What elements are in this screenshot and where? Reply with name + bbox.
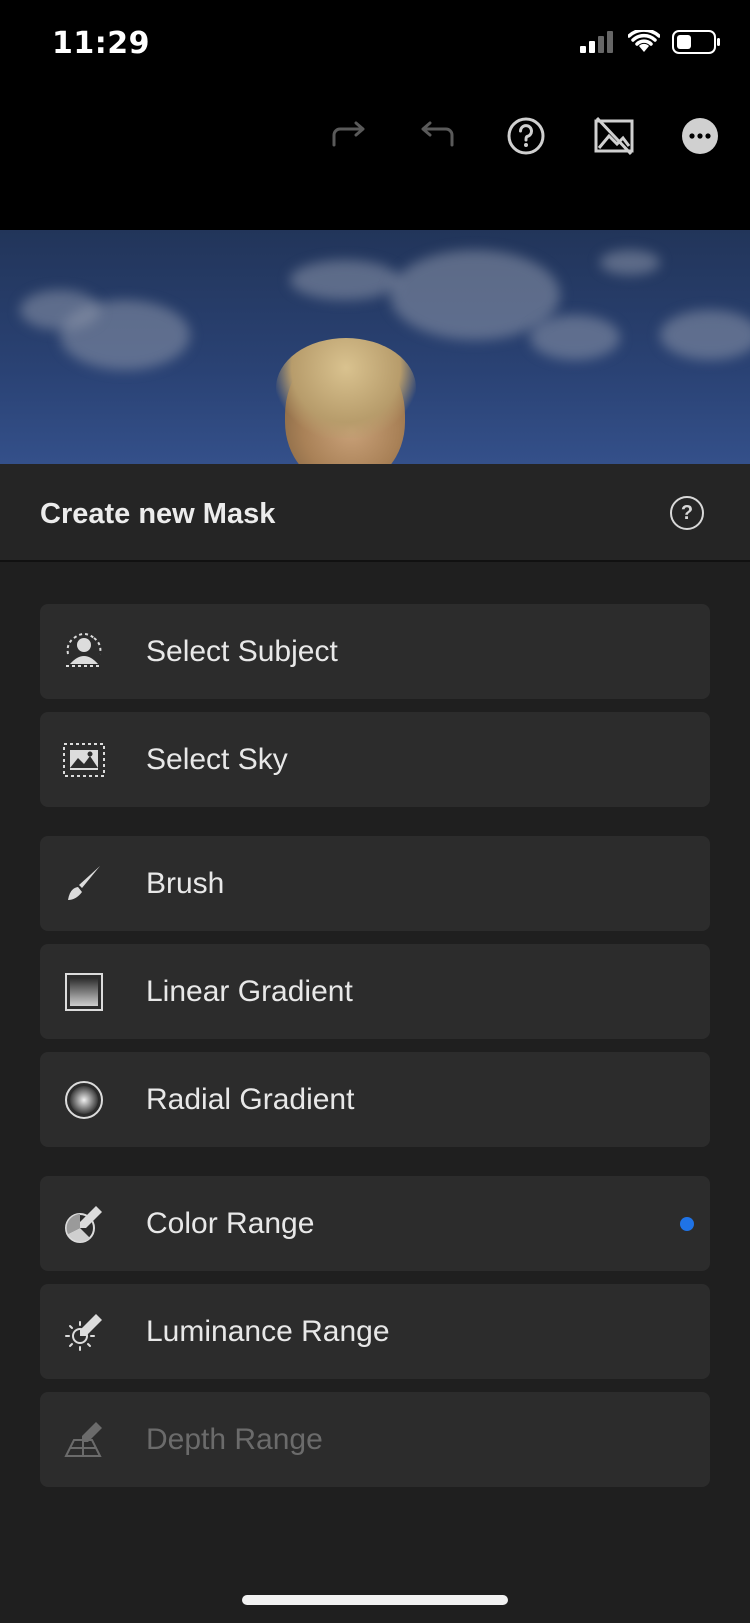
cloud xyxy=(20,290,100,330)
cloud xyxy=(530,315,620,360)
help-icon[interactable] xyxy=(504,114,548,158)
cellular-signal-icon xyxy=(580,31,616,58)
panel-header: Create new Mask ? xyxy=(0,464,750,562)
new-feature-badge xyxy=(680,1217,694,1231)
option-linear-gradient[interactable]: Linear Gradient xyxy=(40,944,710,1039)
cloud xyxy=(660,310,750,360)
create-mask-panel: Create new Mask ? Select Subject Select … xyxy=(0,464,750,1623)
option-label: Luminance Range xyxy=(146,1314,390,1348)
option-label: Brush xyxy=(146,866,225,900)
option-luminance-range[interactable]: Luminance Range xyxy=(40,1284,710,1379)
option-label: Linear Gradient xyxy=(146,974,353,1008)
option-label: Depth Range xyxy=(146,1422,323,1456)
wifi-icon xyxy=(627,28,661,59)
status-time: 11:29 xyxy=(52,26,150,61)
child-hair xyxy=(276,338,416,438)
cloud xyxy=(290,260,400,300)
option-brush[interactable]: Brush xyxy=(40,836,710,931)
option-color-range[interactable]: Color Range xyxy=(40,1176,710,1271)
depth-range-icon xyxy=(62,1418,106,1462)
option-label: Color Range xyxy=(146,1206,315,1240)
color-range-icon xyxy=(62,1202,106,1246)
cloud xyxy=(600,250,660,275)
linear-gradient-icon xyxy=(62,970,106,1014)
top-toolbar xyxy=(0,90,750,230)
option-label: Select Sky xyxy=(146,742,288,776)
option-select-sky[interactable]: Select Sky xyxy=(40,712,710,807)
status-icons xyxy=(580,28,722,59)
option-radial-gradient[interactable]: Radial Gradient xyxy=(40,1052,710,1147)
redo-icon[interactable] xyxy=(328,114,372,158)
show-original-icon[interactable] xyxy=(592,114,636,158)
option-depth-range[interactable]: Depth Range xyxy=(40,1392,710,1487)
undo-icon[interactable] xyxy=(414,114,458,158)
status-bar: 11:29 xyxy=(0,0,750,90)
option-label: Select Subject xyxy=(146,634,338,668)
more-icon[interactable] xyxy=(678,114,722,158)
select-subject-icon xyxy=(62,630,106,674)
battery-icon xyxy=(672,30,722,59)
radial-gradient-icon xyxy=(62,1078,106,1122)
photo-preview[interactable] xyxy=(0,230,750,464)
luminance-range-icon xyxy=(62,1310,106,1354)
panel-title: Create new Mask xyxy=(40,498,276,530)
select-sky-icon xyxy=(62,738,106,782)
option-select-subject[interactable]: Select Subject xyxy=(40,604,710,699)
home-indicator[interactable] xyxy=(242,1595,508,1605)
help-icon[interactable]: ? xyxy=(670,496,704,530)
option-label: Radial Gradient xyxy=(146,1082,355,1116)
brush-icon xyxy=(62,862,106,906)
